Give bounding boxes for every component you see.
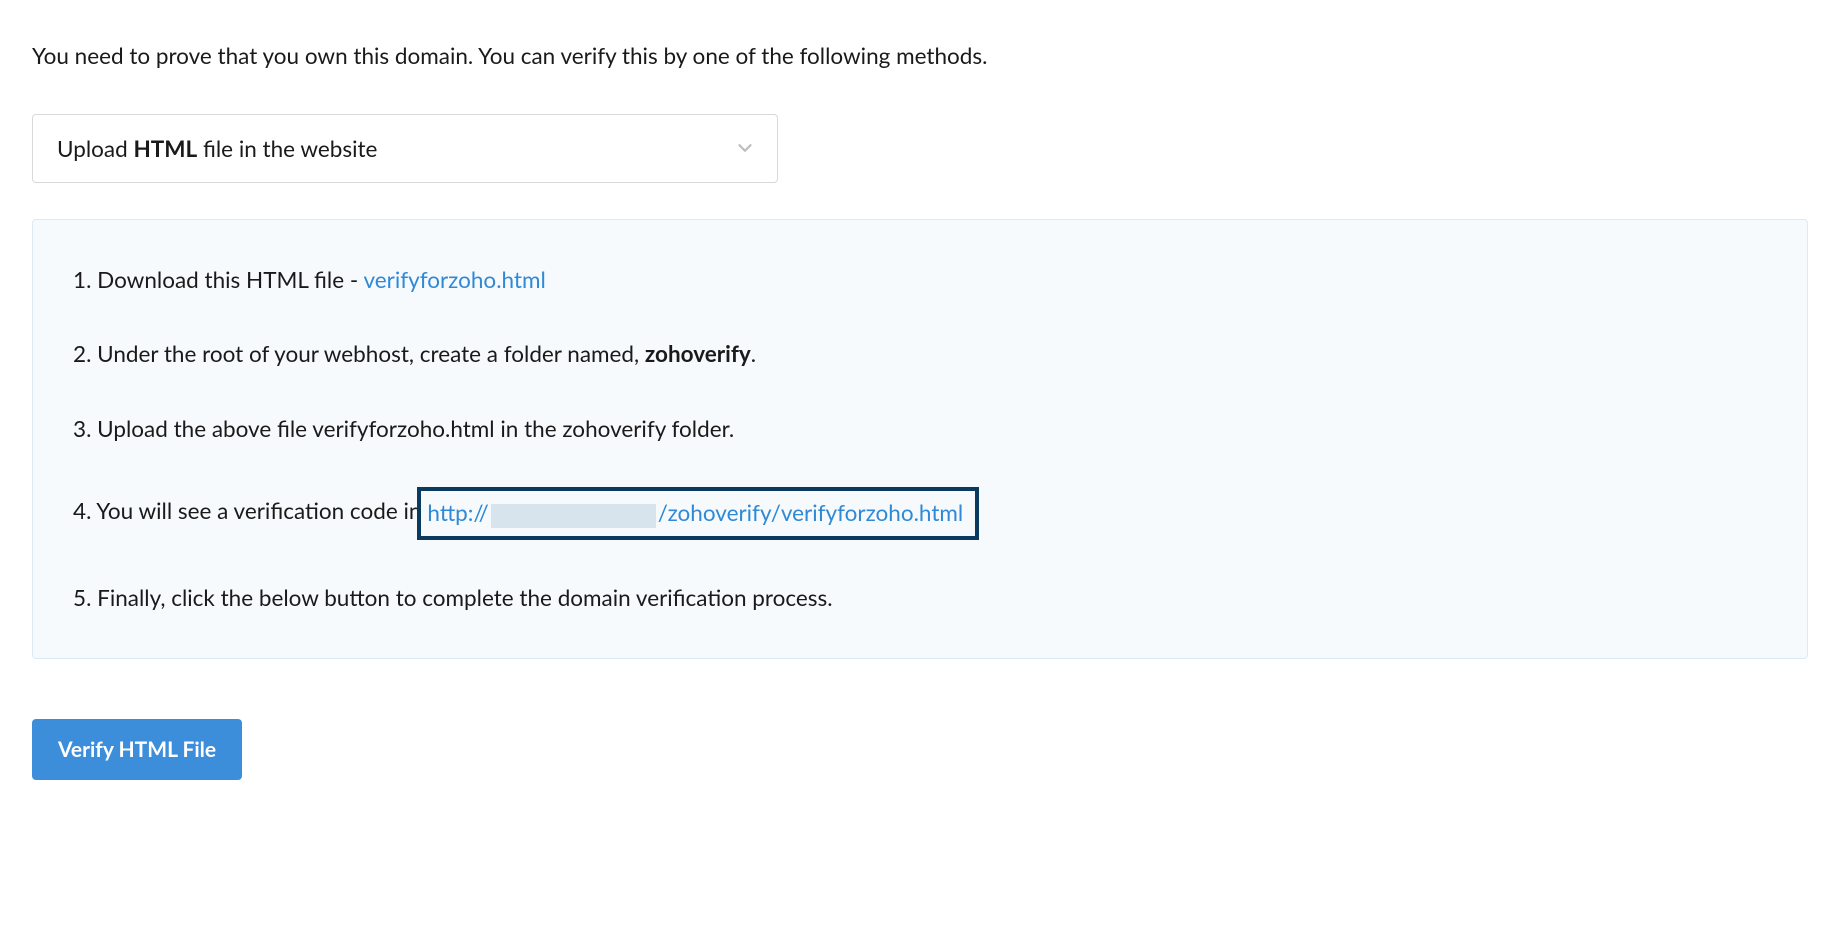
instruction-step-3: Upload the above file verifyforzoho.html… (73, 413, 1767, 446)
instructions-panel: Download this HTML file - verifyforzoho.… (32, 219, 1808, 660)
verify-file-link[interactable]: verifyforzoho.html (363, 266, 545, 293)
url-protocol: http:// (427, 499, 488, 526)
intro-text: You need to prove that you own this doma… (32, 40, 1808, 72)
select-suffix: file in the website (197, 135, 377, 162)
step2-folder-name: zohoverify (645, 340, 751, 367)
instruction-step-2: Under the root of your webhost, create a… (73, 338, 1767, 371)
verification-method-value: Upload HTML file in the website (32, 114, 778, 183)
url-path: /zohoverify/verifyforzoho.html (658, 499, 963, 526)
url-domain-redacted (491, 504, 656, 528)
verify-html-file-button[interactable]: Verify HTML File (32, 719, 242, 780)
step2-prefix: Under the root of your webhost, create a… (97, 340, 645, 367)
step4-prefix: You will see a verification code in (96, 497, 421, 524)
select-prefix: Upload (57, 135, 133, 162)
instruction-step-5: Finally, click the below button to compl… (73, 582, 1767, 615)
step1-prefix: Download this HTML file - (97, 266, 363, 293)
select-bold: HTML (133, 135, 197, 162)
verification-method-select[interactable]: Upload HTML file in the website (32, 114, 778, 183)
step2-suffix: . (751, 340, 756, 367)
instruction-step-1: Download this HTML file - verifyforzoho.… (73, 264, 1767, 297)
verification-url-box: http:// /zohoverify/verifyforzoho.html (417, 487, 979, 539)
instruction-step-4: You will see a verification code inhttp:… (73, 487, 1767, 539)
